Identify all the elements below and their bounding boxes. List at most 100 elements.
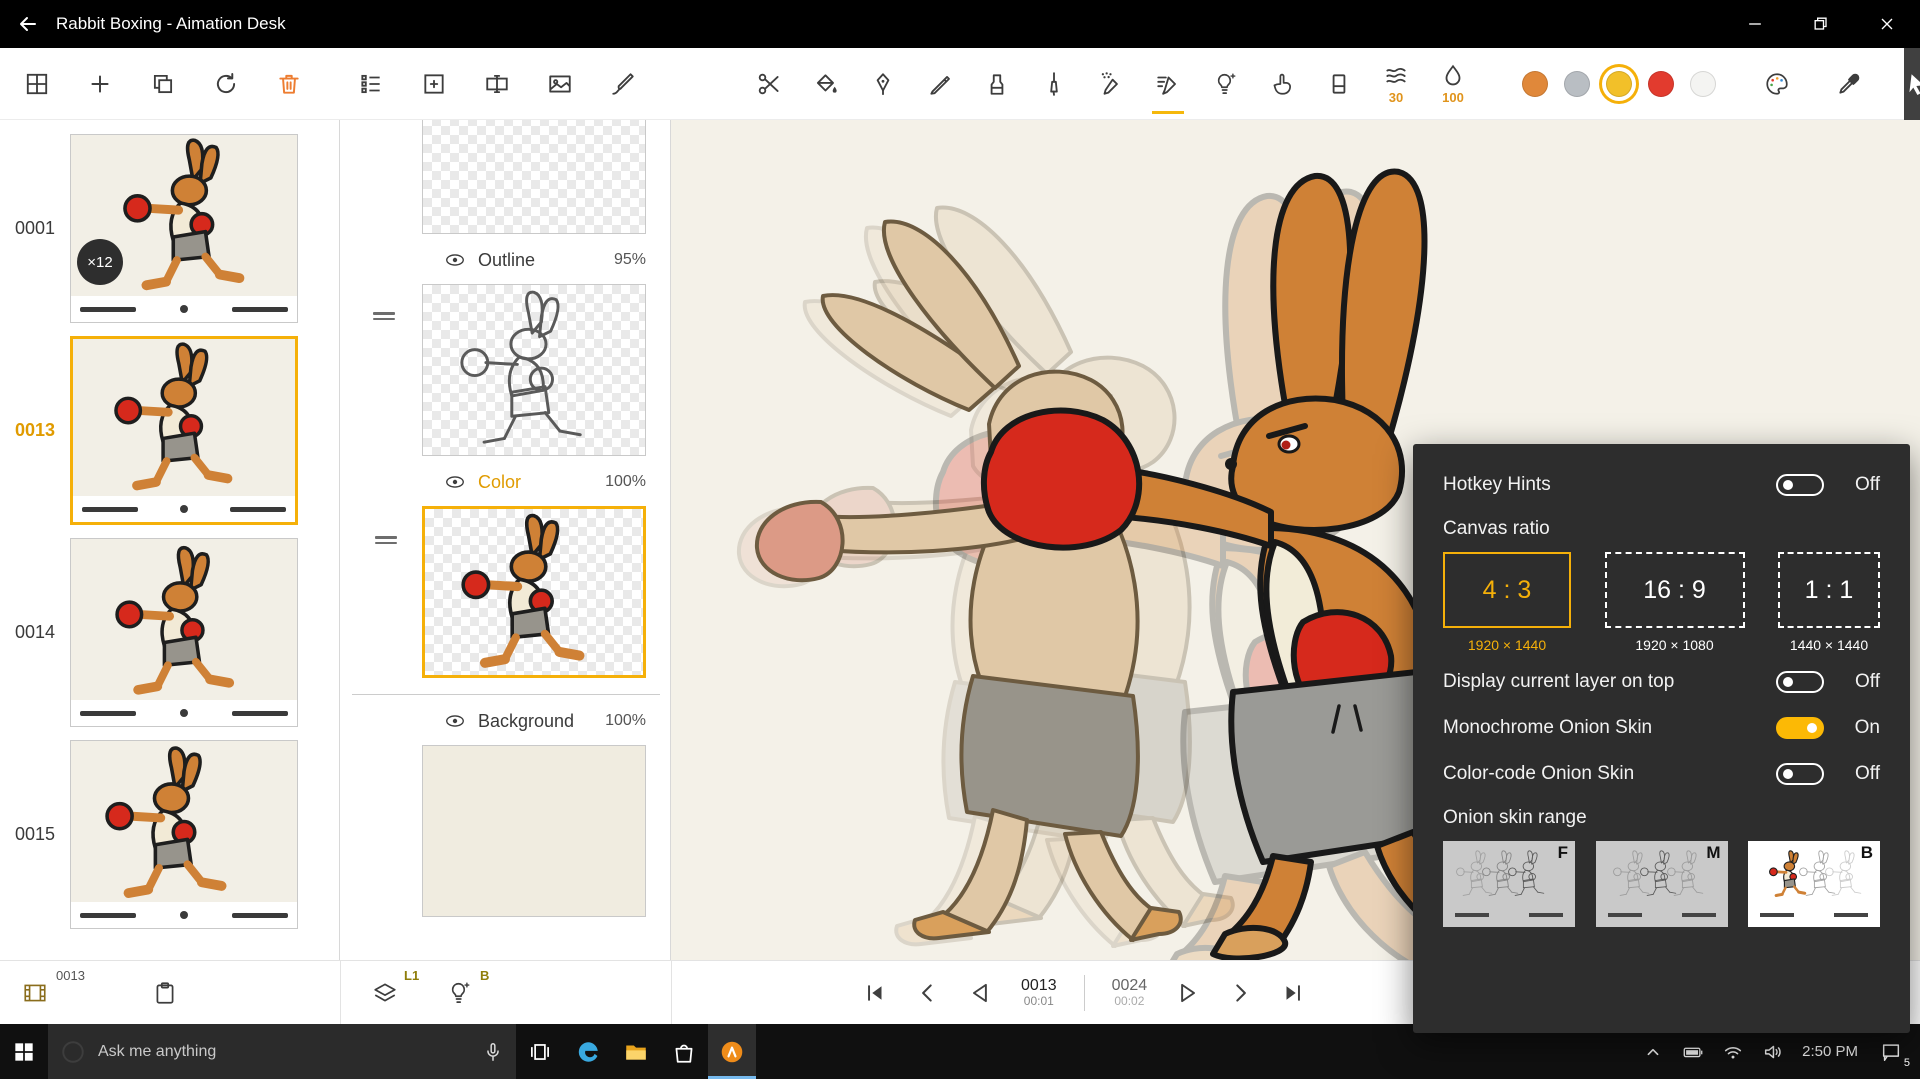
- layer-row-color-selected[interactable]: Color 100%: [444, 460, 646, 504]
- frame-thumbnail[interactable]: [70, 740, 298, 929]
- search-input[interactable]: Ask me anything: [48, 1024, 516, 1079]
- swatch-red[interactable]: [1648, 71, 1674, 97]
- film-roll-button[interactable]: [22, 980, 48, 1006]
- display-layer-toggle[interactable]: [1776, 671, 1824, 693]
- marker-tool[interactable]: [972, 51, 1022, 117]
- visibility-eye-icon[interactable]: [444, 713, 466, 729]
- cut-tool[interactable]: [744, 51, 794, 117]
- delete-frame-button[interactable]: [264, 51, 314, 117]
- swatch-yellow-selected[interactable]: [1606, 71, 1632, 97]
- eraser-tool[interactable]: [1314, 51, 1364, 117]
- smudge-tool[interactable]: [1257, 51, 1307, 117]
- window-title: Rabbit Boxing - Aimation Desk: [56, 14, 286, 34]
- layer-thumbnail-outline[interactable]: [422, 284, 646, 456]
- frame-item-0015[interactable]: 0015: [0, 740, 339, 929]
- file-explorer-button[interactable]: [612, 1024, 660, 1079]
- add-frame-icon: [421, 71, 447, 97]
- layer-drag-handle[interactable]: [373, 309, 395, 323]
- taskbar-clock[interactable]: 2:50 PM: [1802, 1043, 1858, 1060]
- layer-thumbnail-background[interactable]: [422, 745, 646, 917]
- layer-thumbnail-scrolled[interactable]: [422, 120, 646, 234]
- hotkey-hints-toggle[interactable]: [1776, 474, 1824, 496]
- step-back-button[interactable]: [968, 980, 994, 1006]
- duplicate-frame-button[interactable]: [138, 51, 188, 117]
- back-button[interactable]: [0, 0, 56, 48]
- canvas-ratio-4-3[interactable]: 4 : 3 1920 × 1440: [1443, 552, 1571, 653]
- color-palette-button[interactable]: [1752, 51, 1802, 117]
- visibility-eye-icon[interactable]: [444, 474, 466, 490]
- previous-keyframe-button[interactable]: [915, 980, 941, 1006]
- action-center-button[interactable]: 5: [1876, 1037, 1906, 1067]
- airbrush-tool[interactable]: [1086, 51, 1136, 117]
- next-keyframe-button[interactable]: [1227, 980, 1253, 1006]
- maximize-button[interactable]: [1788, 0, 1854, 48]
- reload-frame-button[interactable]: [201, 51, 251, 117]
- play-button[interactable]: [1174, 980, 1200, 1006]
- sequence-list-button[interactable]: [346, 51, 396, 117]
- network-tray-button[interactable]: [1722, 1041, 1744, 1063]
- layer-row-outline[interactable]: Outline 95%: [444, 238, 646, 282]
- cleanup-brush-button[interactable]: [598, 51, 648, 117]
- cursor-arrow-icon: [1904, 71, 1920, 97]
- frame-art: [71, 539, 297, 700]
- tray-overflow-button[interactable]: [1642, 1041, 1664, 1063]
- close-button[interactable]: [1854, 0, 1920, 48]
- minimize-button[interactable]: [1722, 0, 1788, 48]
- opacity-tool[interactable]: 100: [1428, 51, 1478, 117]
- background-light-button[interactable]: [446, 980, 472, 1006]
- frame-item-0013-selected[interactable]: 0013: [0, 336, 339, 525]
- task-view-button[interactable]: [516, 1024, 564, 1079]
- onion-range-backward-selected[interactable]: B: [1748, 841, 1880, 927]
- start-button[interactable]: [0, 1024, 48, 1079]
- visibility-eye-icon[interactable]: [444, 252, 466, 268]
- sequence-icon: [358, 71, 384, 97]
- onion-range-forward[interactable]: F: [1443, 841, 1575, 927]
- window-controls: [1722, 0, 1920, 48]
- settings-panel: Hotkey Hints Off Canvas ratio 4 : 3 1920…: [1413, 444, 1910, 1033]
- grid-view-button[interactable]: [12, 51, 62, 117]
- add-panel-button[interactable]: [409, 51, 459, 117]
- frame-item-0001[interactable]: 0001 ×12: [0, 134, 339, 323]
- monochrome-onion-toggle[interactable]: [1776, 717, 1824, 739]
- fine-brush-tool[interactable]: [1029, 51, 1079, 117]
- eyedropper-button[interactable]: [1824, 51, 1874, 117]
- timeline-dash: [232, 711, 288, 716]
- rename-icon: [484, 71, 510, 97]
- edge-browser-button[interactable]: [564, 1024, 612, 1079]
- swatch-gray[interactable]: [1564, 71, 1590, 97]
- new-frame-button[interactable]: [75, 51, 125, 117]
- fill-tool[interactable]: [801, 51, 851, 117]
- frame-item-0014[interactable]: 0014: [0, 538, 339, 727]
- canvas-ratio-1-1[interactable]: 1 : 1 1440 × 1440: [1778, 552, 1880, 653]
- pen-nib-tool[interactable]: [858, 51, 908, 117]
- light-table-tool[interactable]: [1200, 51, 1250, 117]
- export-clipboard-button[interactable]: [152, 980, 178, 1006]
- swatch-white[interactable]: [1690, 71, 1716, 97]
- layer-thumbnail-color-selected[interactable]: [422, 506, 646, 678]
- onion-range-middle[interactable]: M: [1596, 841, 1728, 927]
- ink-pen-tool[interactable]: [915, 51, 965, 117]
- frame-thumbnail[interactable]: [70, 336, 298, 525]
- layer-drag-handle[interactable]: [375, 533, 397, 547]
- stabilizer-pen-tool[interactable]: [1143, 51, 1193, 117]
- layer-row-background[interactable]: Background 100%: [444, 699, 646, 743]
- import-image-button[interactable]: [535, 51, 585, 117]
- timeline-dot: [180, 305, 188, 313]
- volume-tray-button[interactable]: [1762, 1041, 1784, 1063]
- frame-thumbnail[interactable]: ×12: [70, 134, 298, 323]
- ratio-size: 1920 × 1440: [1468, 637, 1546, 653]
- swatch-orange[interactable]: [1522, 71, 1548, 97]
- colorcode-onion-toggle[interactable]: [1776, 763, 1824, 785]
- rename-frame-button[interactable]: [472, 51, 522, 117]
- frame-thumbnail[interactable]: [70, 538, 298, 727]
- aimation-app-button[interactable]: [708, 1024, 756, 1079]
- ratio-value: 16 : 9: [1643, 576, 1706, 605]
- stroke-smoothing-tool[interactable]: 30: [1371, 51, 1421, 117]
- canvas-ratio-16-9[interactable]: 16 : 9 1920 × 1080: [1605, 552, 1745, 653]
- layer-select-button[interactable]: [372, 980, 398, 1006]
- selection-tool[interactable]: [1904, 48, 1920, 120]
- skip-to-start-button[interactable]: [862, 980, 888, 1006]
- skip-to-end-button[interactable]: [1280, 980, 1306, 1006]
- store-button[interactable]: [660, 1024, 708, 1079]
- battery-tray-button[interactable]: [1682, 1041, 1704, 1063]
